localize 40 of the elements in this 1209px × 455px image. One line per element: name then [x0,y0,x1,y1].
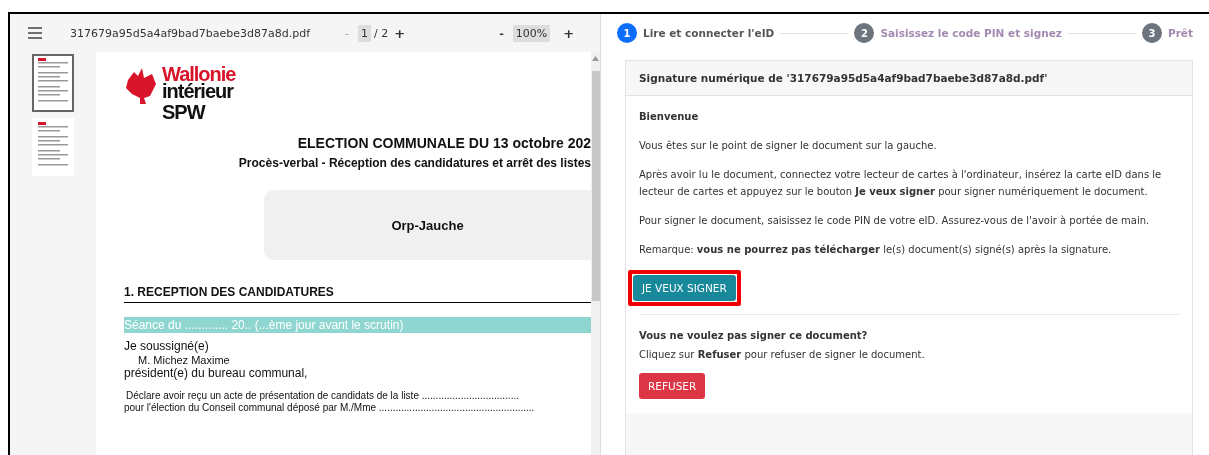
logo-text: intérieur [162,83,234,100]
step-label: Prêt [1168,27,1193,39]
step-label: Saisissez le code PIN et signez [880,27,1062,39]
step-number: 1 [617,23,637,43]
page-count: / 2 [373,25,390,42]
step-number: 2 [854,23,875,43]
document-text: Déclare avoir reçu un acte de présentation de candidats de la liste ................................... [126,390,520,402]
decline-text: Cliquez sur Refuser pour refuser de signer le document. [639,348,925,362]
logo-text: SPW [162,104,207,121]
logo-text: Wallonie [162,66,236,83]
step-number: 3 [1142,23,1162,43]
zoom-field[interactable]: 100% [512,24,551,42]
instruction-text: Après avoir lu le document, connectez votre lecteur de cartes à l'ordinateur, insérez la carte eID dans le lecteur de cartes et appuyez sur le bouton Je veux signer pour signer numériquement le document. [639,168,1163,199]
session-banner: Séance du ............. 20.. (...ème jour avant le scrutin) [124,317,591,333]
step-label: Lire et connecter l'eID [643,27,775,39]
document-title: ELECTION COMMUNALE DU 13 octobre 202 [296,135,591,151]
menu-icon[interactable] [28,27,42,39]
greeting: Bienvenue [639,110,699,124]
scroll-up-icon[interactable] [592,56,599,61]
section-heading: 1. RECEPTION DES CANDIDATURES [124,285,591,303]
document-text: M. Michez Maxime [138,354,231,366]
zoom-in-button[interactable]: + [560,23,578,43]
page-number-field[interactable]: 1 [358,24,372,42]
document-text: Je soussigné(e) [124,339,210,353]
page-thumbnail[interactable] [32,54,74,112]
document-text: pour l'élection du Conseil communal déposé par M./Mme ........................................................ [124,402,536,414]
commune-name: Orp-Jauche [391,217,464,233]
scrollbar-thumb[interactable] [591,71,600,301]
refuse-button[interactable]: REFUSER [639,373,706,399]
page-thumbnail[interactable] [32,118,74,176]
document-subtitle: Procès-verbal - Réception des candidatures et arrêt des listes [237,156,591,170]
decline-heading: Vous ne voulez pas signer ce document? [639,329,868,343]
zoom-out-button[interactable]: - [496,24,507,42]
document-text: président(e) du bureau communal, [124,366,309,380]
instruction-text: Pour signer le document, saisissez le code PIN de votre eID. Assurez-vous de l'avoir à portée de main. [639,214,1150,228]
sign-button[interactable]: JE VEUX SIGNER [633,275,736,301]
next-page-button[interactable]: + [391,23,409,43]
file-name: 317679a95d5a4af9bad7baebe3d87a8d.pdf [70,26,311,40]
instruction-text: Vous êtes sur le point de signer le document sur la gauche. [639,139,937,153]
instruction-text: Remarque: vous ne pourrez pas télécharger le(s) document(s) signé(s) après la signature. [639,243,1112,257]
